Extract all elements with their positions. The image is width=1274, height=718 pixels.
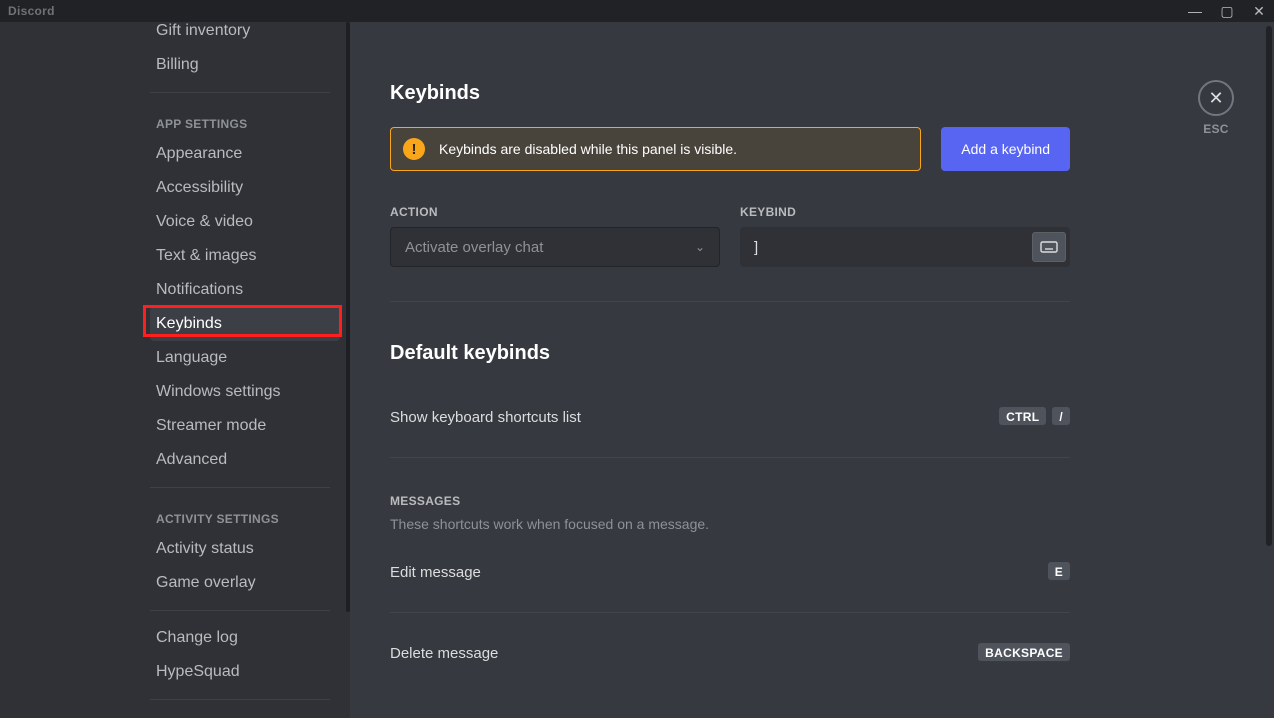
sidebar-item-game-overlay[interactable]: Game overlay bbox=[150, 566, 340, 600]
key-cap: / bbox=[1052, 407, 1070, 427]
exclamation-icon: ! bbox=[403, 138, 425, 160]
close-icon: ✕ bbox=[1208, 88, 1223, 109]
keybind-row-keys: E bbox=[1048, 562, 1070, 582]
sidebar-item-streamer-mode[interactable]: Streamer mode bbox=[150, 409, 340, 443]
messages-section-description: These shortcuts work when focused on a m… bbox=[390, 516, 1070, 532]
sidebar-header-activity-settings: ACTIVITY SETTINGS bbox=[150, 498, 340, 532]
keybind-field-label: KEYBIND bbox=[740, 205, 1070, 219]
keybind-row: Show keyboard shortcuts list CTRL / bbox=[390, 401, 1070, 433]
minimize-icon[interactable]: — bbox=[1186, 4, 1204, 18]
warning-text: Keybinds are disabled while this panel i… bbox=[439, 141, 737, 157]
settings-content: Keybinds ! Keybinds are disabled while t… bbox=[350, 22, 1274, 718]
keybind-input[interactable]: ] bbox=[740, 227, 1070, 267]
keybind-row-label: Delete message bbox=[390, 645, 498, 662]
keybind-value: ] bbox=[754, 239, 758, 256]
action-field-label: ACTION bbox=[390, 205, 720, 219]
sidebar-item-accessibility[interactable]: Accessibility bbox=[150, 171, 340, 205]
content-scrollbar[interactable] bbox=[1266, 22, 1274, 718]
page-title: Keybinds bbox=[390, 82, 1070, 105]
close-window-icon[interactable]: ✕ bbox=[1250, 4, 1268, 18]
sidebar-item-logout[interactable]: Log out bbox=[150, 710, 340, 718]
sidebar-divider bbox=[150, 487, 330, 488]
keybind-row-keys: BACKSPACE bbox=[978, 643, 1070, 663]
warning-notice: ! Keybinds are disabled while this panel… bbox=[390, 127, 921, 171]
sidebar-item-language[interactable]: Language bbox=[150, 341, 340, 375]
close-button[interactable]: ✕ bbox=[1198, 80, 1234, 116]
keyboard-icon bbox=[1040, 241, 1058, 253]
sidebar-item-billing[interactable]: Billing bbox=[150, 48, 340, 82]
sidebar-item-activity-status[interactable]: Activity status bbox=[150, 532, 340, 566]
keybind-row-label: Show keyboard shortcuts list bbox=[390, 409, 581, 426]
keybind-row: Delete message BACKSPACE bbox=[390, 637, 1070, 669]
sidebar-divider bbox=[150, 610, 330, 611]
sidebar-item-hypesquad[interactable]: HypeSquad bbox=[150, 655, 340, 689]
key-cap: E bbox=[1048, 562, 1070, 582]
keybind-row: Edit message E bbox=[390, 556, 1070, 588]
keybind-row-label: Edit message bbox=[390, 564, 481, 581]
action-select-value: Activate overlay chat bbox=[405, 239, 543, 256]
key-cap: BACKSPACE bbox=[978, 643, 1070, 663]
messages-section-header: MESSAGES bbox=[390, 494, 1070, 508]
sidebar-header-app-settings: APP SETTINGS bbox=[150, 103, 340, 137]
action-select[interactable]: Activate overlay chat ⌄ bbox=[390, 227, 720, 267]
divider bbox=[390, 457, 1070, 458]
default-keybinds-title: Default keybinds bbox=[390, 342, 1070, 365]
sidebar-divider bbox=[150, 92, 330, 93]
app-brand: Discord bbox=[8, 4, 55, 18]
keybind-row-keys: CTRL / bbox=[999, 407, 1070, 427]
scrollbar-thumb[interactable] bbox=[1266, 26, 1272, 546]
sidebar-item-windows-settings[interactable]: Windows settings bbox=[150, 375, 340, 409]
record-keybind-button[interactable] bbox=[1032, 232, 1066, 262]
add-keybind-button[interactable]: Add a keybind bbox=[941, 127, 1070, 171]
divider bbox=[390, 301, 1070, 302]
sidebar-item-appearance[interactable]: Appearance bbox=[150, 137, 340, 171]
window-controls: — ▢ ✕ bbox=[1186, 4, 1268, 18]
sidebar-item-keybinds[interactable]: Keybinds bbox=[150, 307, 340, 341]
divider bbox=[390, 612, 1070, 613]
sidebar-item-advanced[interactable]: Advanced bbox=[150, 443, 340, 477]
sidebar-item-gift-inventory[interactable]: Gift inventory bbox=[150, 22, 340, 48]
close-settings: ✕ ESC bbox=[1198, 80, 1234, 136]
sidebar-item-text-images[interactable]: Text & images bbox=[150, 239, 340, 273]
maximize-icon[interactable]: ▢ bbox=[1218, 4, 1236, 18]
chevron-down-icon: ⌄ bbox=[695, 240, 705, 254]
sidebar-item-change-log[interactable]: Change log bbox=[150, 621, 340, 655]
key-cap: CTRL bbox=[999, 407, 1046, 427]
sidebar-item-notifications[interactable]: Notifications bbox=[150, 273, 340, 307]
sidebar-divider bbox=[150, 699, 330, 700]
titlebar: Discord — ▢ ✕ bbox=[0, 0, 1274, 22]
sidebar-item-voice-video[interactable]: Voice & video bbox=[150, 205, 340, 239]
close-label: ESC bbox=[1198, 122, 1234, 136]
settings-sidebar: Gift inventory Billing APP SETTINGS Appe… bbox=[0, 22, 350, 718]
